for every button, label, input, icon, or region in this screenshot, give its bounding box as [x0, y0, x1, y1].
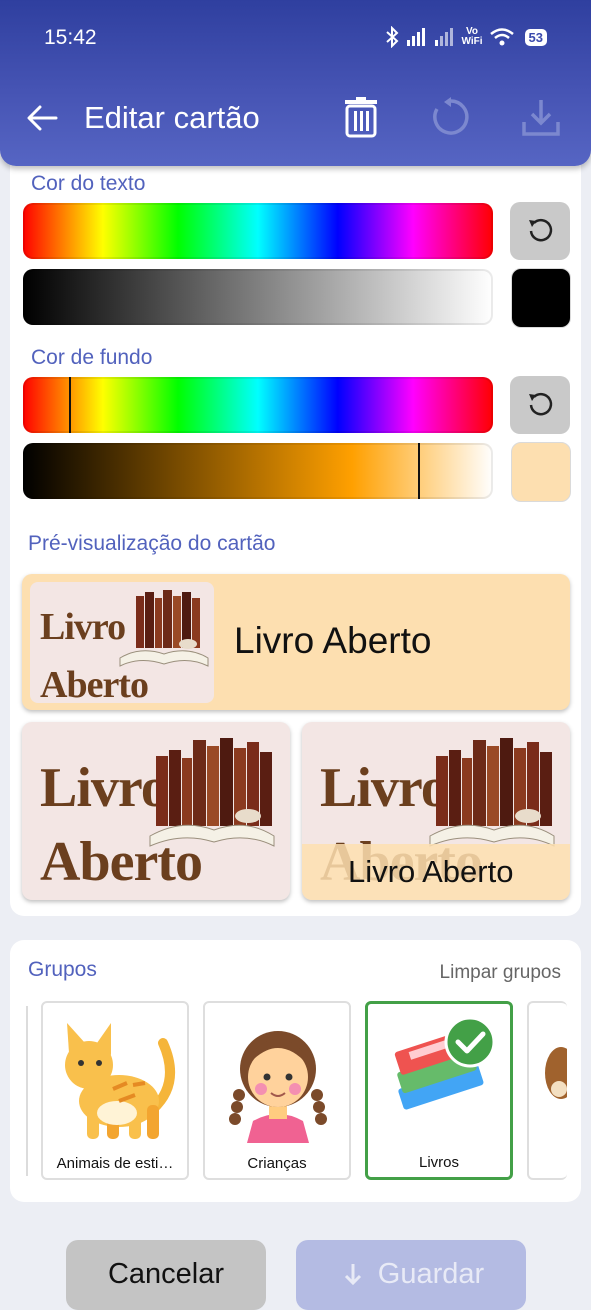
- bg-color-reset-button[interactable]: [510, 376, 570, 434]
- preview-tile-image: Livro Aberto: [22, 722, 290, 900]
- download-icon[interactable]: [520, 96, 562, 138]
- signal-2-icon: [434, 28, 453, 46]
- page-title: Editar cartão: [84, 100, 260, 135]
- bg-color-label: Cor de fundo: [31, 346, 153, 369]
- reset-icon[interactable]: [430, 96, 472, 138]
- app-bar: 15:42 Vo WiFi 53 Editar cartão: [0, 0, 591, 166]
- trash-icon[interactable]: [340, 96, 382, 138]
- reset-icon: [529, 392, 553, 416]
- dog-icon: [545, 1047, 567, 1099]
- preview-card-list: Livro Aberto Livro Aberto: [22, 574, 570, 710]
- preview-tile-title: Livro Aberto: [348, 854, 514, 889]
- bluetooth-icon: [385, 26, 398, 48]
- group-label: Animais de esti…: [56, 1155, 174, 1172]
- groups-card: Grupos Limpar grupos Animais de esti… Cr…: [10, 940, 581, 1202]
- books-illustration: [149, 738, 275, 847]
- group-tile-criancas[interactable]: Crianças: [203, 1001, 351, 1180]
- preview-tile-image-text: Livro Aberto Livro Aberto: [302, 722, 570, 900]
- books-illustration: [119, 590, 209, 667]
- group-tile-partial[interactable]: [527, 1001, 567, 1180]
- bg-shade-slider[interactable]: [23, 443, 493, 499]
- text-hue-slider[interactable]: [23, 203, 493, 259]
- book-image: Livro Aberto: [30, 582, 214, 703]
- group-label: Livros: [418, 1154, 459, 1171]
- group-label: Crianças: [247, 1155, 307, 1172]
- text-color-reset-button[interactable]: [510, 202, 570, 260]
- save-button[interactable]: Guardar: [296, 1240, 526, 1310]
- groups-label: Grupos: [28, 958, 97, 981]
- scroll-edge-left: [26, 1006, 28, 1176]
- status-time: 15:42: [44, 26, 97, 49]
- reset-icon: [529, 218, 553, 242]
- vowifi-indicator: Vo WiFi: [461, 26, 483, 47]
- group-tile-livros[interactable]: Livros: [365, 1001, 513, 1180]
- status-icons: Vo WiFi 53: [384, 24, 547, 50]
- download-icon: [344, 1264, 361, 1286]
- group-tile-animais[interactable]: Animais de esti…: [41, 1001, 189, 1180]
- bg-hue-marker[interactable]: [69, 377, 71, 433]
- books-icon: [394, 1016, 496, 1110]
- clear-groups-button[interactable]: Limpar grupos: [440, 962, 561, 984]
- preview-card-title: Livro Aberto: [234, 620, 432, 661]
- cat-icon: [65, 1023, 175, 1139]
- girl-icon: [229, 1031, 327, 1143]
- bg-hue-slider[interactable]: [23, 377, 493, 433]
- battery-indicator: 53: [524, 28, 547, 46]
- bg-shade-marker[interactable]: [418, 443, 420, 499]
- signal-icon: [406, 28, 425, 46]
- cancel-button[interactable]: Cancelar: [66, 1240, 266, 1310]
- bg-color-swatch: [511, 442, 571, 502]
- text-color-swatch: [511, 268, 571, 328]
- wifi-icon: [489, 28, 514, 46]
- text-color-label: Cor do texto: [31, 172, 146, 195]
- books-illustration: [429, 738, 555, 847]
- preview-label: Pré-visualização do cartão: [28, 532, 276, 555]
- arrow-back-icon[interactable]: [24, 100, 60, 136]
- text-shade-slider[interactable]: [23, 269, 493, 325]
